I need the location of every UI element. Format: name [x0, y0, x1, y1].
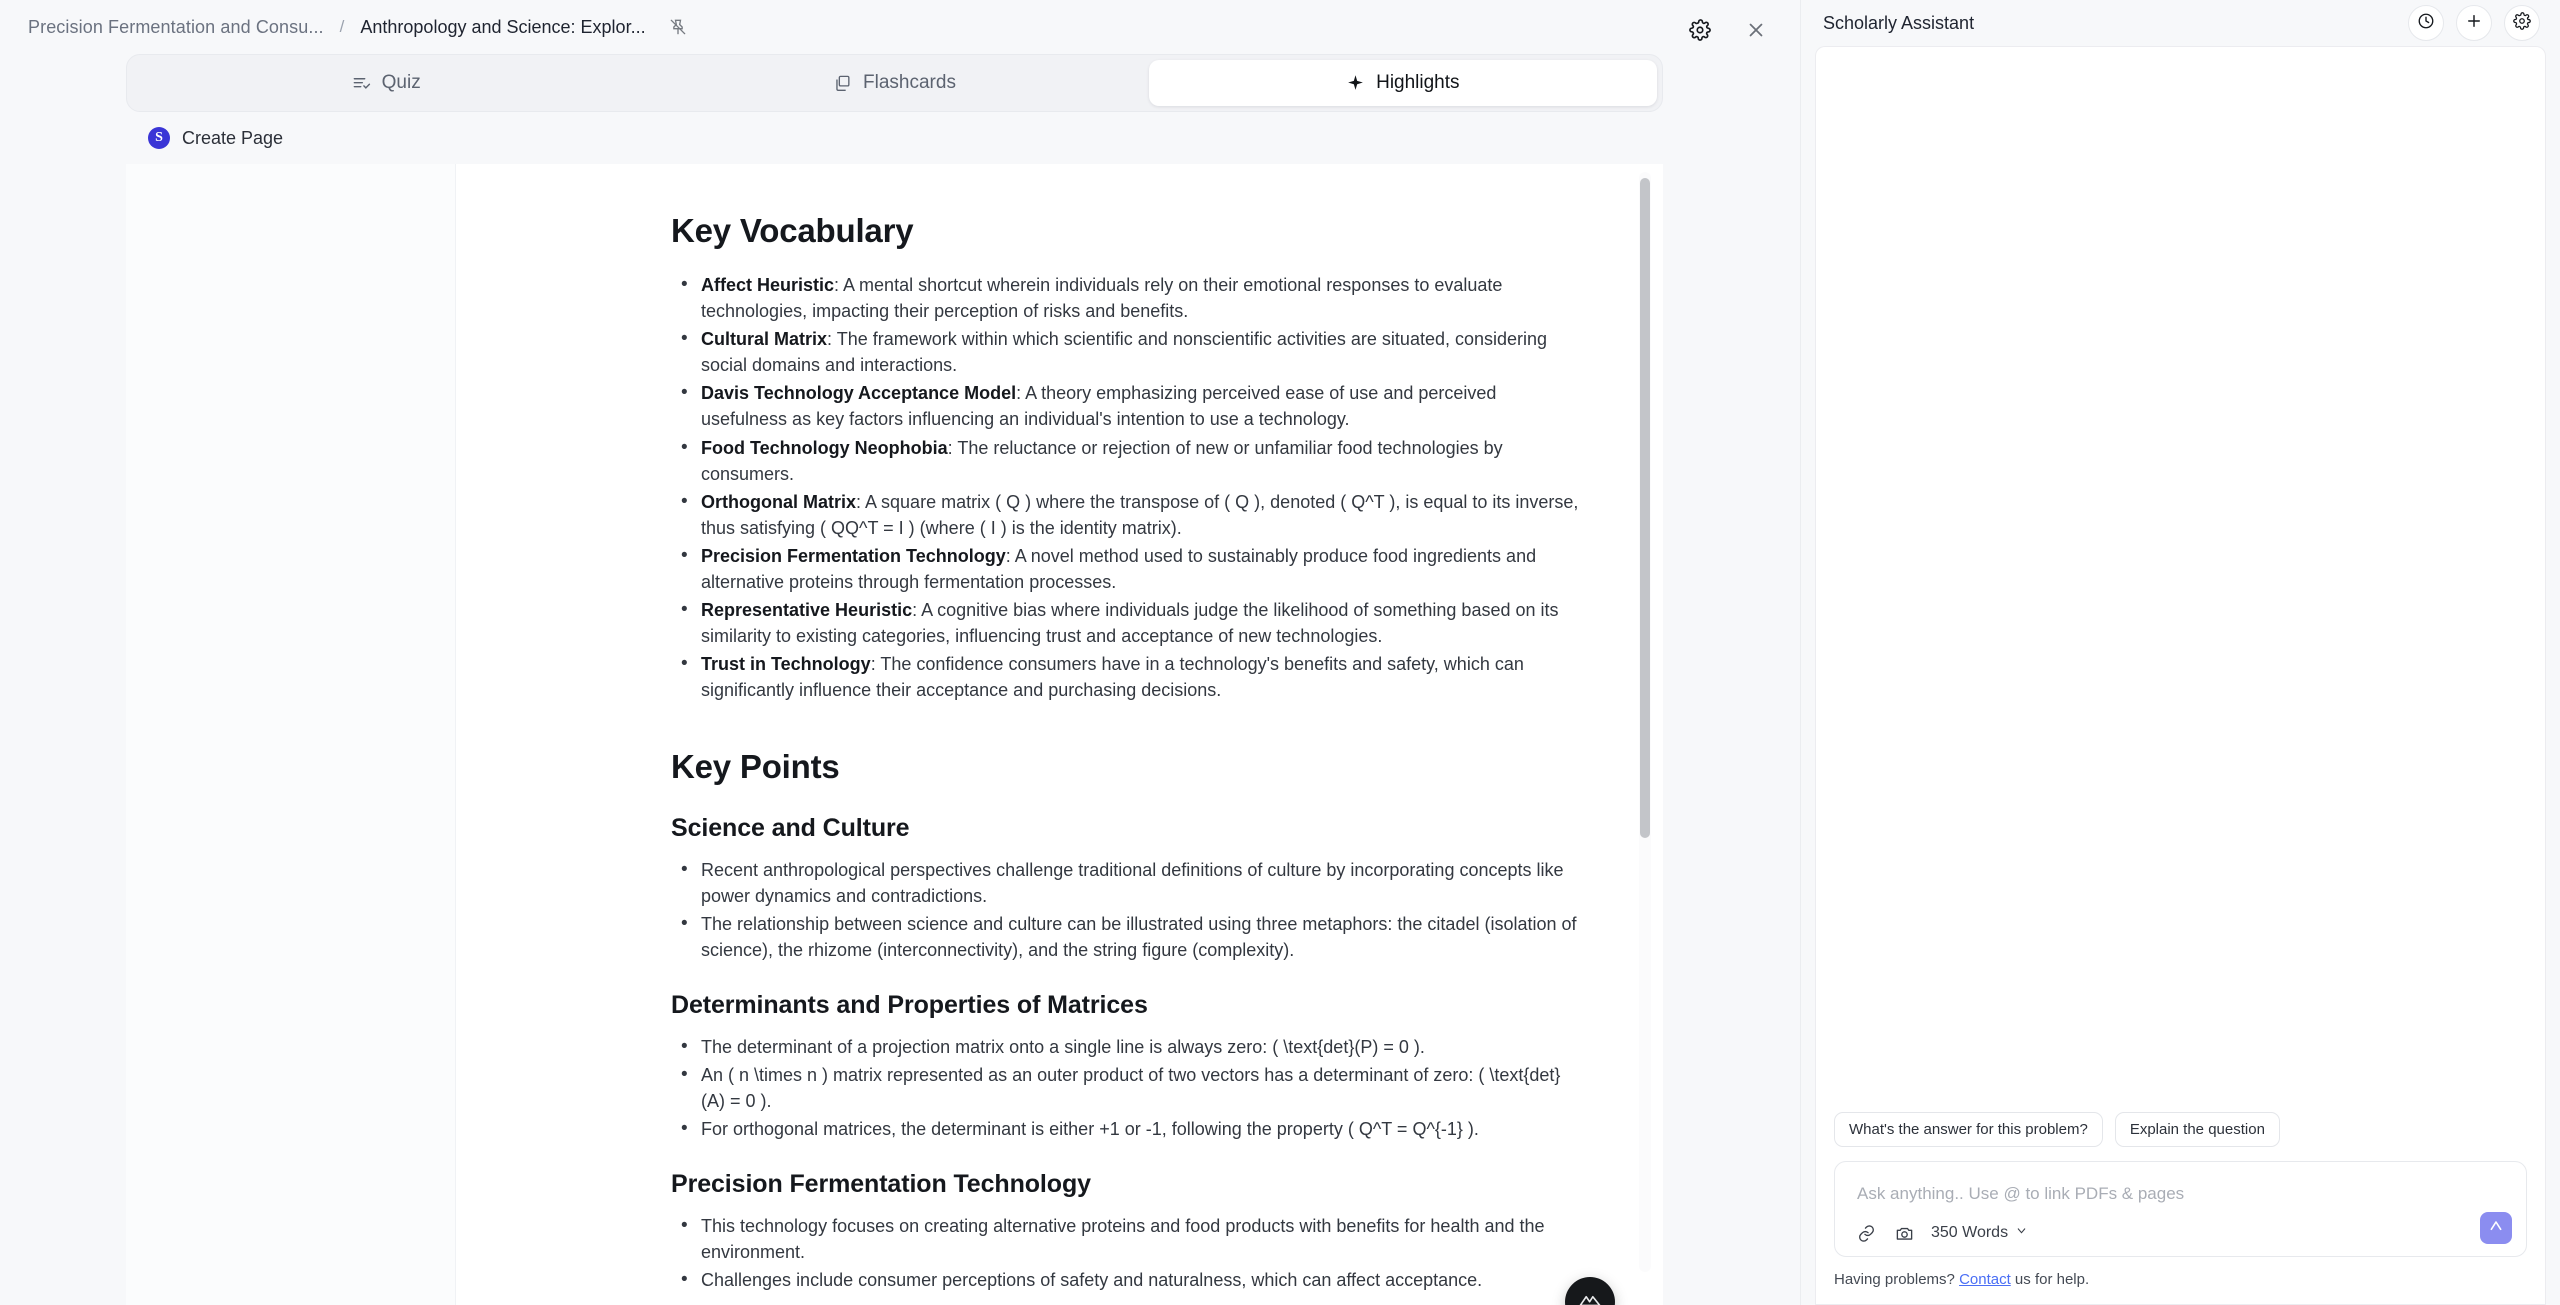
list-item: Food Technology Neophobia: The reluctanc… [671, 434, 1583, 487]
cards-icon [833, 74, 852, 93]
chevron-down-icon [2015, 1224, 2028, 1242]
list-item: Trust in Technology: The confidence cons… [671, 650, 1583, 703]
content-card: Quiz Flashcards Highlights S Create Page… [0, 54, 1800, 1305]
vocab-term: Davis Technology Acceptance Model [701, 383, 1017, 404]
science-and-culture-list: Recent anthropological perspectives chal… [671, 855, 1583, 963]
link-icon[interactable] [1855, 1222, 1877, 1244]
precision-fermentation-list: This technology focuses on creating alte… [671, 1212, 1583, 1294]
help-suffix: us for help. [2010, 1271, 2090, 1288]
assistant-settings-button[interactable] [2504, 5, 2540, 41]
tab-quiz[interactable]: Quiz [132, 60, 640, 106]
list-item: Orthogonal Matrix: A square matrix ( Q )… [671, 488, 1583, 541]
scholarly-badge-icon: S [148, 127, 170, 149]
suggestion-chips: What's the answer for this problem? Expl… [1834, 1112, 2527, 1147]
list-item: This technology focuses on creating alte… [671, 1212, 1583, 1265]
tab-quiz-label: Quiz [381, 72, 421, 93]
pin-off-icon[interactable] [668, 17, 688, 37]
list-item: Recent anthropological perspectives chal… [671, 855, 1583, 909]
vocab-term: Trust in Technology [701, 654, 871, 675]
list-item: Challenges include consumer perceptions … [671, 1266, 1583, 1294]
vocab-term: Cultural Matrix [701, 329, 828, 350]
determinants-list: The determinant of a projection matrix o… [671, 1033, 1583, 1143]
list-item: Affect Heuristic: A mental shortcut wher… [671, 271, 1583, 324]
create-page-button[interactable]: S Create Page [126, 112, 1774, 164]
send-arrow-icon [2488, 1218, 2504, 1239]
heading-determinants-and-properties-of-matrices: Determinants and Properties of Matrices [671, 990, 1148, 1019]
tab-bar: Quiz Flashcards Highlights [126, 54, 1663, 112]
suggestion-chip-answer[interactable]: What's the answer for this problem? [1834, 1112, 2103, 1147]
composer-toolbar: 350 Words [1851, 1222, 2510, 1244]
window-controls [1678, 8, 1778, 52]
close-button[interactable] [1734, 8, 1778, 52]
history-clock-icon [2417, 12, 2435, 35]
vocab-term: Representative Heuristic [701, 600, 913, 621]
list-item: Precision Fermentation Technology: A nov… [671, 542, 1583, 595]
vocab-definition: : The framework within which scientific … [701, 329, 1548, 376]
key-vocabulary-list: Affect Heuristic: A mental shortcut wher… [671, 271, 1583, 704]
breadcrumb-current[interactable]: Anthropology and Science: Explor... [360, 17, 645, 38]
assistant-pane: Scholarly Assistant What's the answer fo… [1800, 0, 2560, 1305]
new-chat-button[interactable] [2456, 5, 2492, 41]
heading-key-vocabulary: Key Vocabulary [671, 212, 914, 249]
tab-flashcards[interactable]: Flashcards [640, 60, 1148, 106]
assistant-footer: What's the answer for this problem? Expl… [1815, 1102, 2546, 1305]
main-pane: Precision Fermentation and Consu... / An… [0, 0, 1800, 1305]
breadcrumb-parent[interactable]: Precision Fermentation and Consu... [28, 17, 324, 38]
breadcrumb-separator: / [339, 17, 345, 36]
list-check-icon [352, 74, 371, 93]
list-item: The determinant of a projection matrix o… [671, 1033, 1583, 1061]
list-item: Representative Heuristic: A cognitive bi… [671, 596, 1583, 649]
list-item: Cultural Matrix: The framework within wh… [671, 325, 1583, 378]
assistant-action-group [2408, 5, 2540, 41]
contact-link[interactable]: Contact [1959, 1271, 2011, 1288]
chat-input[interactable] [1851, 1178, 2510, 1222]
sheet-left-gutter [126, 164, 456, 1305]
help-prefix: Having problems? [1834, 1271, 1960, 1288]
sparkle-icon [1346, 74, 1365, 93]
list-item: An ( n \times n ) matrix represented as … [671, 1061, 1583, 1114]
list-item: For orthogonal matrices, the determinant… [671, 1115, 1583, 1143]
highlights-document: Key Vocabulary Affect Heuristic: A menta… [456, 164, 1663, 1305]
assistant-header: Scholarly Assistant [1801, 0, 2560, 46]
mountain-logo-icon [1577, 1287, 1603, 1305]
list-item: Davis Technology Acceptance Model: A the… [671, 379, 1583, 432]
tab-highlights-label: Highlights [1376, 72, 1460, 93]
help-line: Having problems? Contact us for help. [1834, 1271, 2527, 1288]
list-item: The relationship between science and cul… [671, 910, 1583, 963]
word-count-selector[interactable]: 350 Words [1931, 1224, 2028, 1242]
create-page-label: Create Page [182, 127, 284, 148]
assistant-conversation-area [1815, 46, 2546, 1102]
application-root: Precision Fermentation and Consu... / An… [0, 0, 2560, 1305]
document-sheet: Key Vocabulary Affect Heuristic: A menta… [126, 164, 1663, 1305]
vocab-term: Affect Heuristic [701, 275, 835, 295]
settings-button[interactable] [1678, 8, 1722, 52]
vocab-term: Food Technology Neophobia [701, 437, 948, 458]
gear-icon [2513, 11, 2531, 35]
suggestion-chip-explain[interactable]: Explain the question [2114, 1112, 2280, 1147]
plus-icon [2465, 12, 2483, 35]
heading-science-and-culture: Science and Culture [671, 813, 910, 842]
document-scrollbar[interactable] [1639, 172, 1651, 1272]
composer: 350 Words [1834, 1161, 2527, 1257]
scrollbar-thumb[interactable] [1640, 178, 1650, 838]
tab-flashcards-label: Flashcards [863, 72, 956, 93]
vocab-term: Precision Fermentation Technology [701, 545, 1006, 566]
heading-precision-fermentation-technology: Precision Fermentation Technology [671, 1170, 1091, 1199]
history-button[interactable] [2408, 5, 2444, 41]
vocab-term: Orthogonal Matrix [701, 491, 857, 512]
word-count-label: 350 Words [1931, 1224, 2009, 1241]
breadcrumb: Precision Fermentation and Consu... / An… [0, 0, 1800, 54]
heading-key-points: Key Points [671, 747, 840, 785]
send-button[interactable] [2480, 1212, 2512, 1244]
camera-icon[interactable] [1893, 1222, 1915, 1244]
assistant-title: Scholarly Assistant [1823, 12, 1975, 33]
tab-highlights[interactable]: Highlights [1148, 60, 1657, 106]
